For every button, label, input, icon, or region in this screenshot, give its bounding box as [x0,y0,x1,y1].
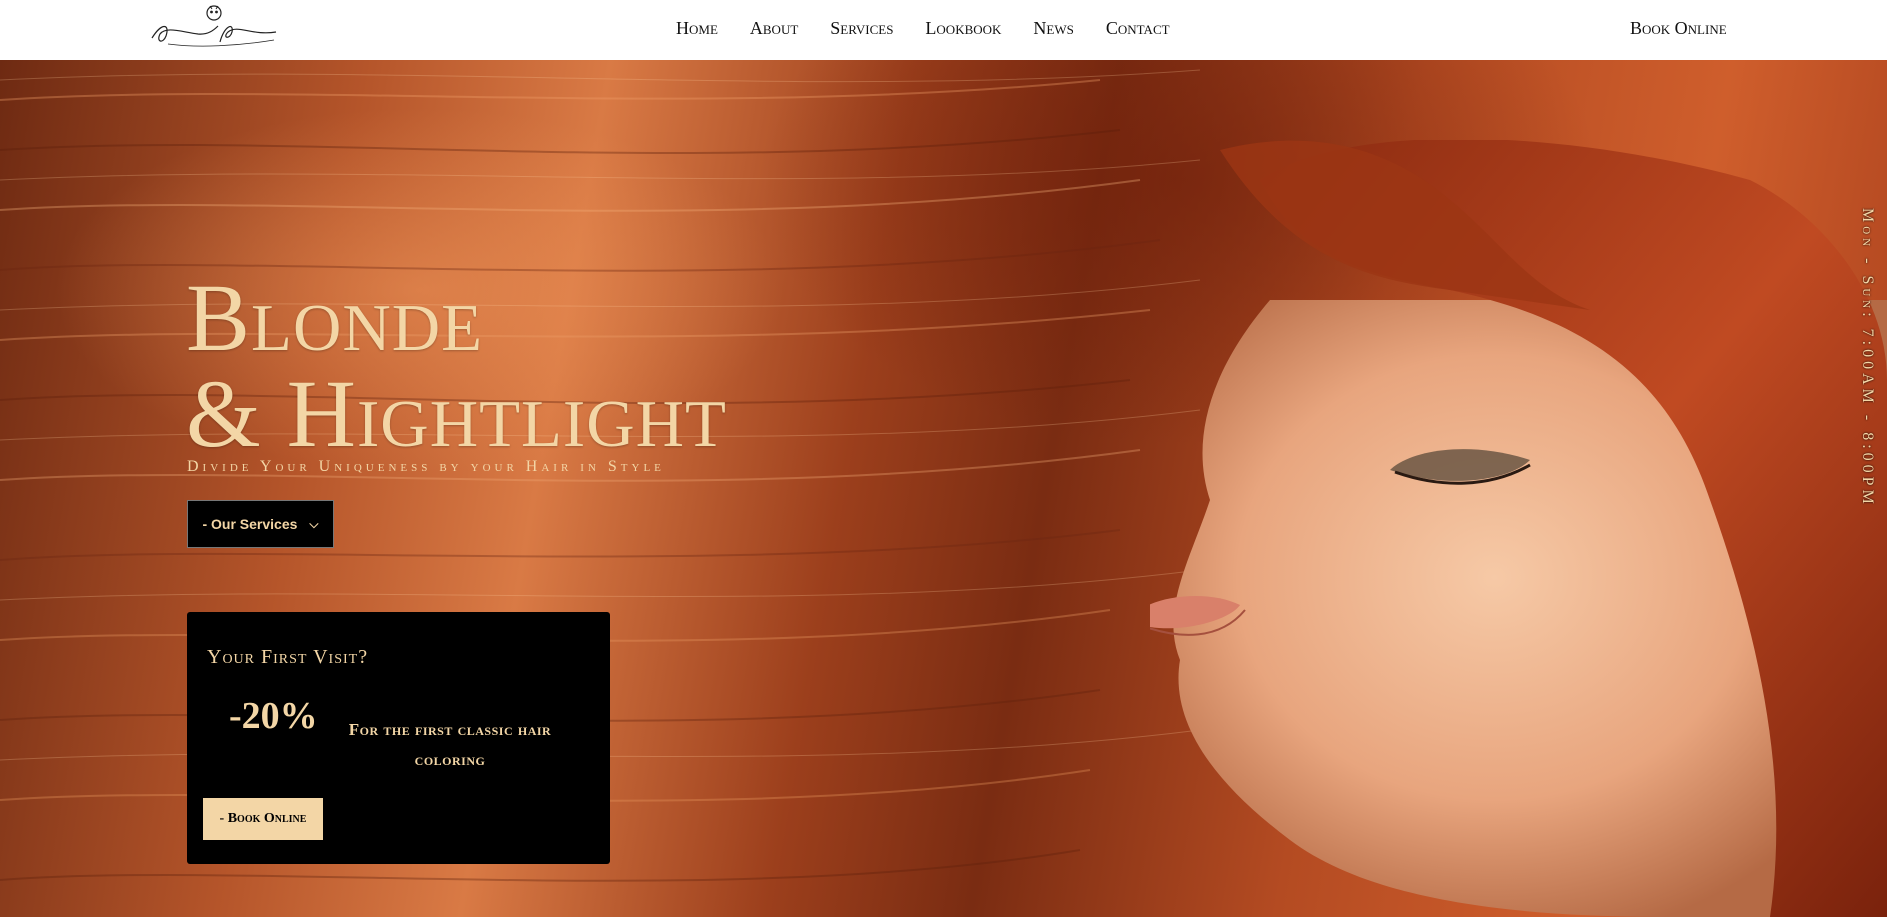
hero-heading: Blonde & Hightlight [186,270,886,462]
first-visit-promo: Your First Visit? -20% For the first cla… [187,612,610,864]
nav-home[interactable]: Home [660,16,734,40]
nav-contact[interactable]: Contact [1090,16,1186,40]
nav-news[interactable]: News [1017,16,1089,40]
nav-about[interactable]: About [734,16,814,40]
promo-book-online-button[interactable]: - Book Online [203,798,323,840]
site-logo[interactable] [148,2,280,52]
main-nav: Home About Services Lookbook News Contac… [660,16,1186,40]
model-portrait-image [1150,140,1887,917]
services-dropdown[interactable]: - Our Services ⌵ [187,500,334,548]
hero-banner: Blonde & Hightlight Divide Your Uniquene… [0,60,1887,917]
promo-text: For the first classic hair coloring [348,720,552,769]
opening-hours: Mon - Sun: 7:00AM - 8:00PM [1859,208,1876,508]
promo-discount: -20% [229,695,318,737]
nav-services[interactable]: Services [814,16,909,40]
hero-title-line1: Blonde [186,264,484,371]
hero-subtitle: Divide Your Uniqueness by your Hair in S… [187,458,665,475]
promo-title: Your First Visit? [207,646,369,668]
hero-title-line2: & Hightlight [186,360,727,467]
book-online-link[interactable]: Book Online [1630,16,1727,40]
nav-lookbook[interactable]: Lookbook [909,16,1017,40]
logo-signature-icon [151,5,277,47]
site-header: Home About Services Lookbook News Contac… [0,0,1887,60]
services-dropdown-label: - Our Services [202,516,298,532]
chevron-down-icon: ⌵ [309,516,319,531]
